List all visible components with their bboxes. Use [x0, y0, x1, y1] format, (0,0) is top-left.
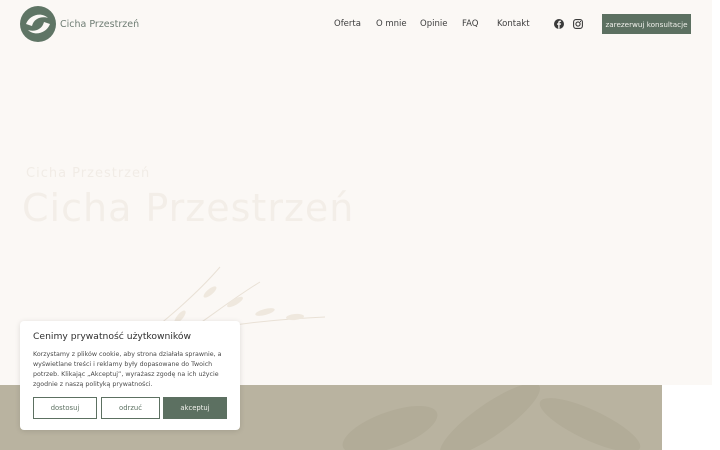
accept-cookies-button[interactable]: akceptuj	[163, 397, 227, 419]
customize-cookies-button[interactable]: dostosuj	[33, 397, 97, 419]
bottom-right-panel	[662, 385, 720, 450]
facebook-icon[interactable]	[554, 19, 564, 29]
hero-title: Cicha Przestrzeń	[22, 186, 355, 230]
book-consultation-button[interactable]: zarezerwuj konsultacje	[602, 14, 691, 34]
cookie-text: Korzystamy z plików cookie, aby strona d…	[33, 351, 222, 388]
nav-item-faq[interactable]: FAQ	[462, 19, 478, 29]
leaf-shadow-decoration	[342, 385, 641, 450]
nav-item-o-mnie[interactable]: O mnie	[376, 19, 407, 29]
nav-item-kontakt[interactable]: Kontakt	[497, 19, 530, 29]
instagram-icon[interactable]	[573, 19, 583, 29]
cookie-consent-dialog: Cenimy prywatność użytkowników Korzystam…	[20, 321, 240, 430]
cookie-title: Cenimy prywatność użytkowników	[33, 331, 192, 342]
right-edge-strip	[712, 0, 720, 385]
reject-cookies-button[interactable]: odrzuć	[101, 397, 160, 419]
hero-subtitle: Cicha Przestrzeń	[26, 166, 151, 181]
nav-item-opinie[interactable]: Opinie	[420, 19, 447, 29]
nav-item-oferta[interactable]: Oferta	[334, 19, 361, 29]
